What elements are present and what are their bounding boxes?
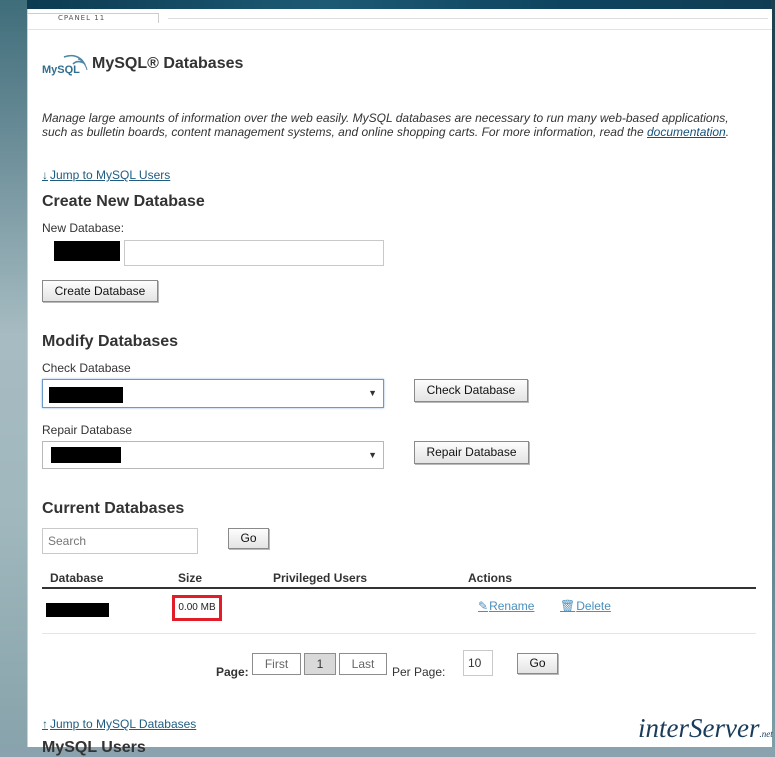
current-databases-heading: Current Databases bbox=[42, 500, 185, 517]
delete-action[interactable]: 🗑Delete bbox=[560, 599, 611, 613]
redacted-selected-db bbox=[49, 387, 123, 403]
brand-name: interServer bbox=[638, 713, 760, 743]
top-banner bbox=[27, 0, 771, 9]
delete-label: Delete bbox=[576, 599, 611, 613]
jump-databases-label: Jump to MySQL Databases bbox=[50, 717, 197, 731]
mysql-users-heading: MySQL Users bbox=[42, 739, 146, 756]
create-database-button[interactable]: Create Database bbox=[42, 280, 158, 302]
check-database-label: Check Database bbox=[42, 361, 131, 375]
jump-users-label: Jump to MySQL Users bbox=[50, 168, 171, 182]
documentation-link[interactable]: documentation bbox=[647, 125, 726, 139]
per-page-label: Per Page: bbox=[392, 665, 446, 679]
database-size-cell: 0.00 MB bbox=[172, 595, 222, 621]
column-header-privileged-users: Privileged Users bbox=[273, 571, 368, 585]
dropdown-caret-icon: ▼ bbox=[368, 388, 377, 398]
redacted-db-prefix bbox=[54, 241, 120, 261]
logo-text: MySQL bbox=[42, 64, 80, 76]
arrow-up-icon: ↑ bbox=[42, 717, 48, 731]
per-page-input[interactable] bbox=[463, 650, 493, 676]
intro-tail: . bbox=[725, 125, 730, 139]
pencil-icon: ✎ bbox=[478, 599, 489, 613]
dropdown-caret-icon: ▼ bbox=[368, 450, 377, 460]
trash-icon: 🗑 bbox=[560, 599, 576, 613]
intro-text: Manage large amounts of information over… bbox=[42, 111, 729, 139]
new-database-input[interactable] bbox=[124, 240, 384, 266]
background-left-decoration bbox=[0, 0, 27, 747]
column-header-database[interactable]: Database bbox=[50, 571, 103, 585]
check-database-select[interactable]: ▼ bbox=[42, 379, 384, 408]
repair-database-select[interactable]: ▼ bbox=[42, 441, 384, 469]
pagination-go-button[interactable]: Go bbox=[517, 653, 558, 674]
table-row-divider bbox=[42, 633, 756, 634]
current-page-button[interactable]: 1 bbox=[304, 653, 336, 675]
jump-to-databases-link[interactable]: ↑ Jump to MySQL Databases bbox=[42, 717, 196, 731]
jump-to-users-link[interactable]: ↓ Jump to MySQL Users bbox=[42, 168, 170, 182]
rename-label: Rename bbox=[489, 599, 535, 613]
search-go-button[interactable]: Go bbox=[228, 528, 269, 549]
repair-database-label: Repair Database bbox=[42, 423, 133, 437]
rename-action[interactable]: ✎Rename bbox=[478, 599, 534, 613]
main-content: CPANEL 11 MySQL MySQL® Databases Manage … bbox=[27, 9, 773, 756]
check-database-button[interactable]: Check Database bbox=[414, 379, 528, 402]
column-header-size[interactable]: Size bbox=[178, 571, 202, 585]
redacted-selected-db bbox=[51, 447, 121, 463]
header-divider bbox=[168, 18, 768, 19]
mysql-logo-icon: MySQL bbox=[42, 54, 88, 76]
brand-suffix: .net bbox=[759, 729, 773, 739]
repair-database-button[interactable]: Repair Database bbox=[414, 441, 529, 464]
table-header-divider bbox=[42, 587, 756, 589]
cpanel-header-strip: CPANEL 11 bbox=[28, 9, 772, 30]
interserver-logo: interServer.net bbox=[638, 713, 773, 744]
page-label: Page: bbox=[216, 665, 249, 679]
create-database-heading: Create New Database bbox=[42, 193, 205, 210]
first-page-button[interactable]: First bbox=[252, 653, 301, 675]
cpanel-tab: CPANEL 11 bbox=[28, 13, 159, 23]
column-header-actions: Actions bbox=[468, 571, 513, 585]
search-input[interactable] bbox=[42, 528, 198, 554]
last-page-button[interactable]: Last bbox=[339, 653, 387, 675]
modify-databases-heading: Modify Databases bbox=[42, 333, 179, 350]
redacted-database-name bbox=[46, 603, 109, 617]
intro-description: Manage large amounts of information over… bbox=[42, 111, 747, 139]
page-title: MySQL® Databases bbox=[92, 55, 244, 72]
new-database-label: New Database: bbox=[42, 221, 125, 235]
arrow-down-icon: ↓ bbox=[42, 168, 48, 182]
